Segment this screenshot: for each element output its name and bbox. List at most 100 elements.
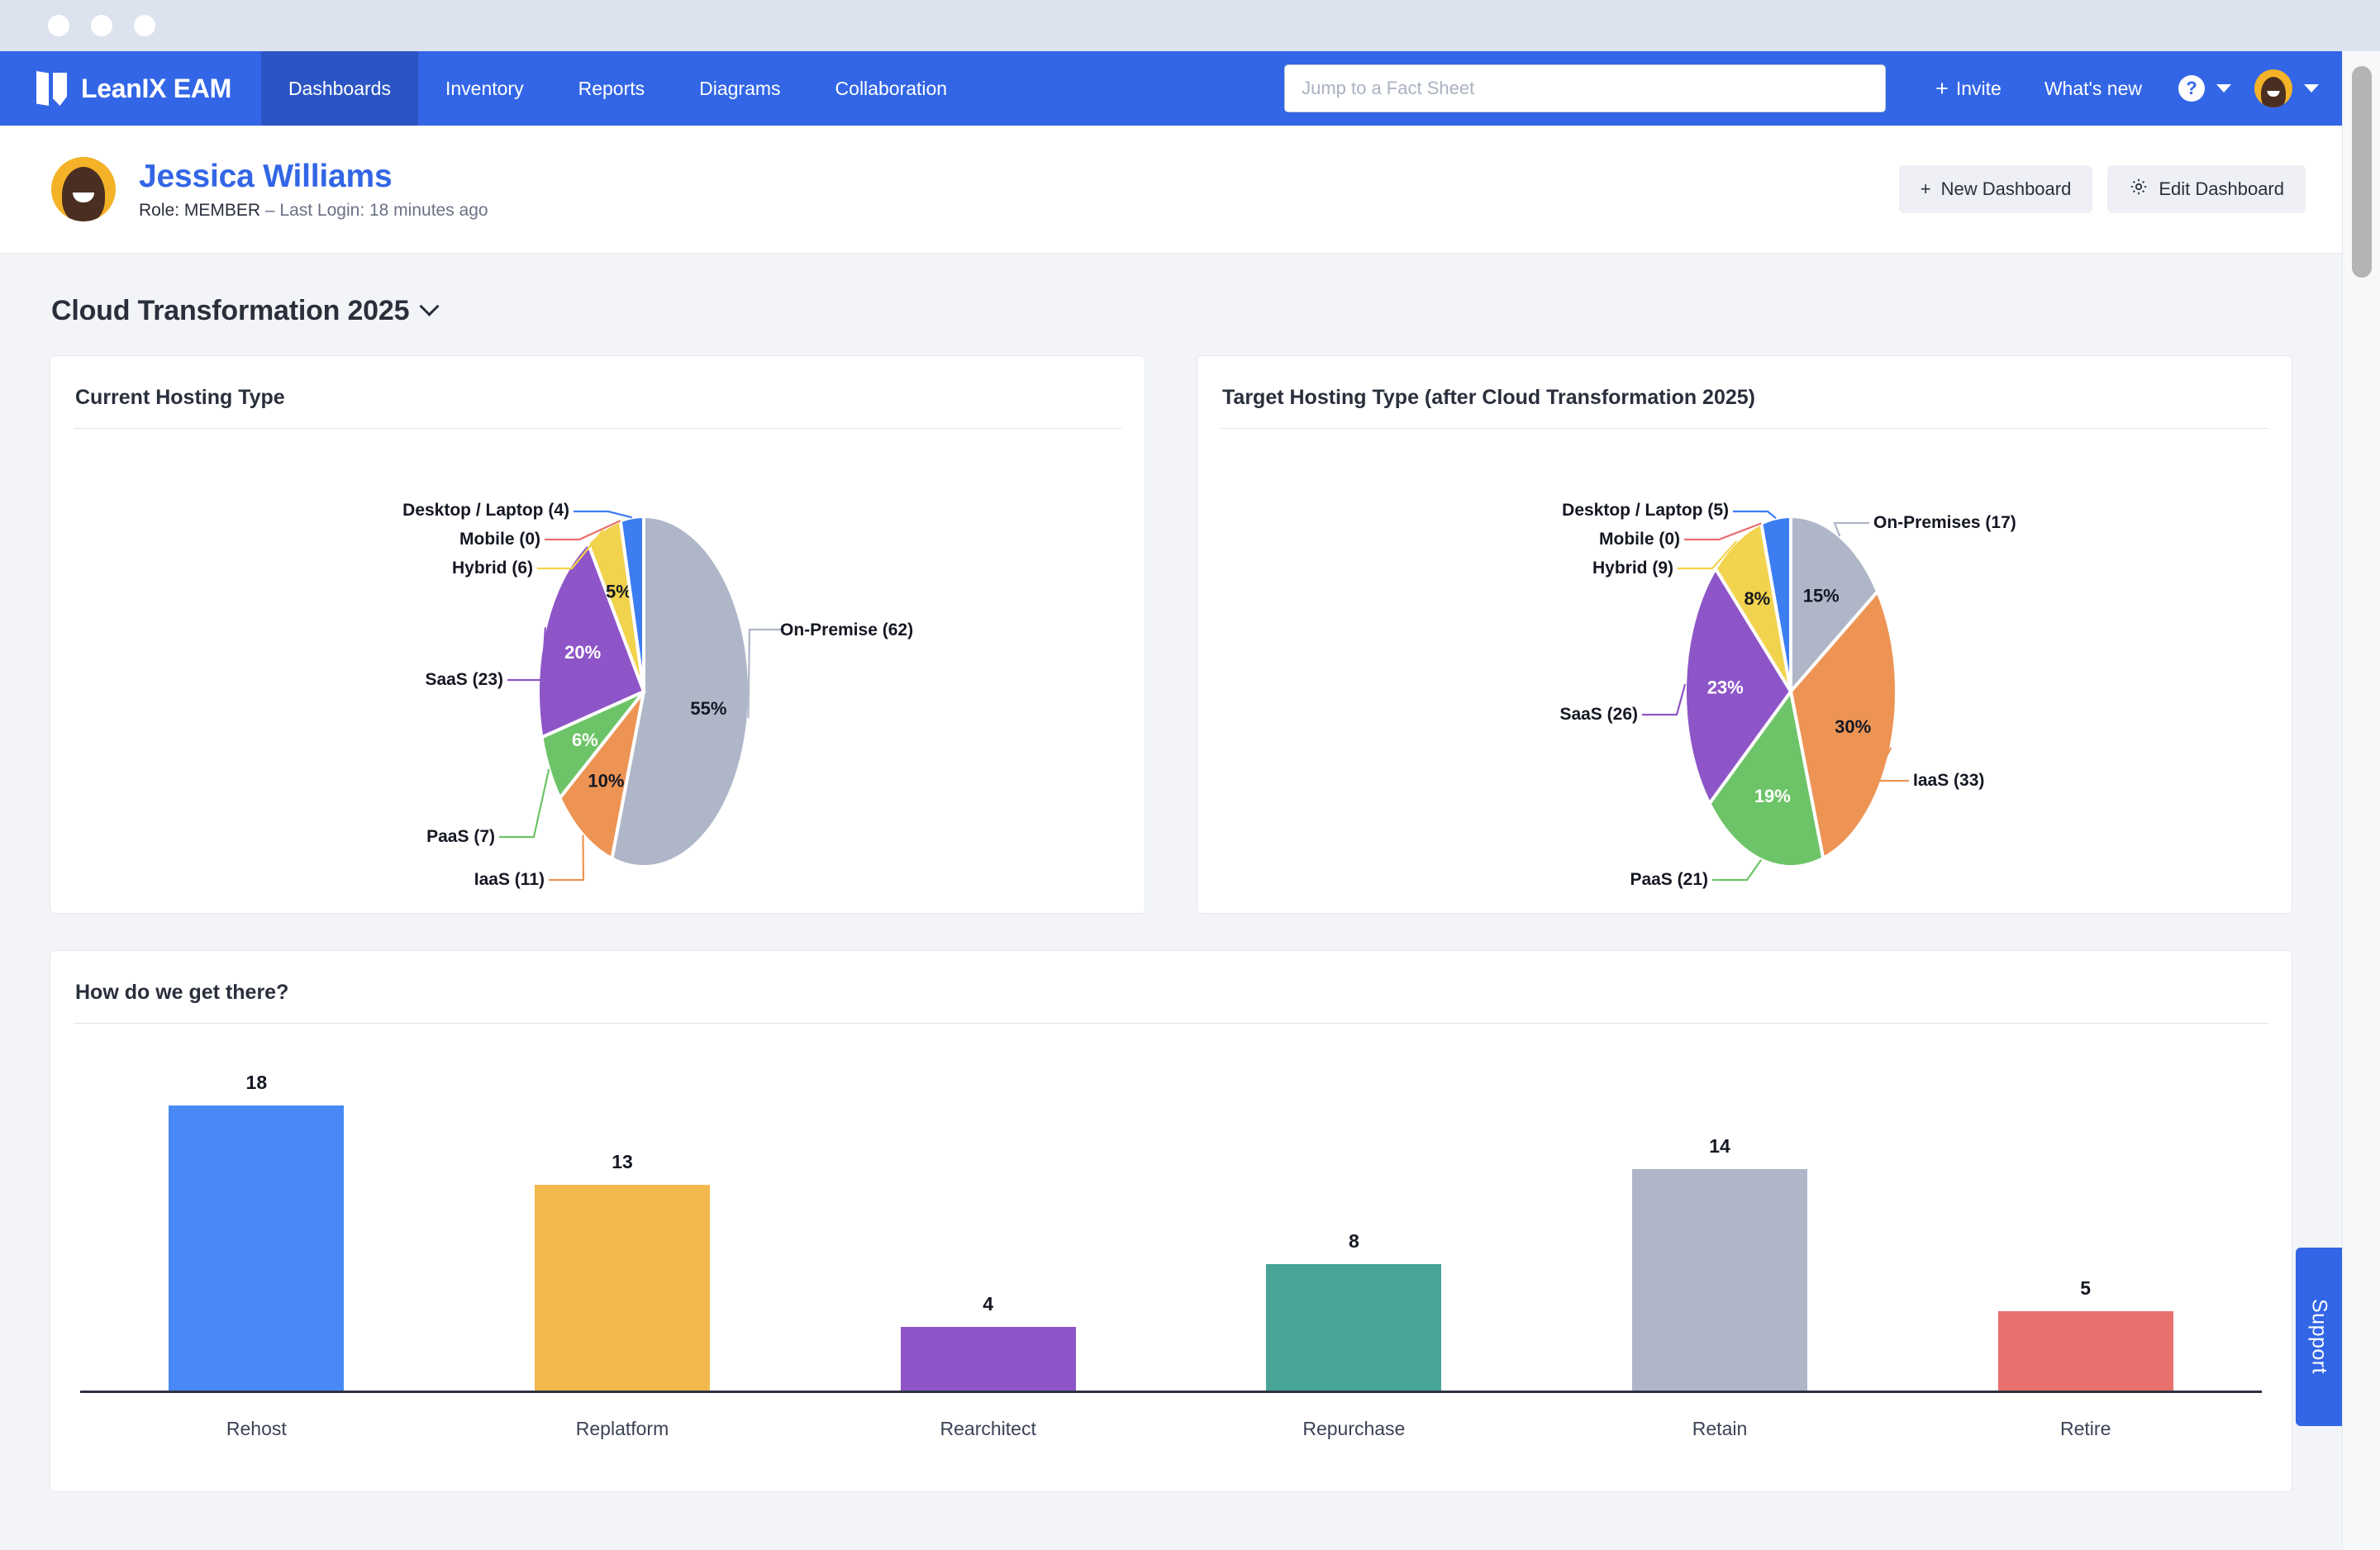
bar-value-label: 18: [246, 1072, 268, 1094]
pie-leader-line: [1712, 860, 1761, 880]
plus-icon: +: [1921, 178, 1931, 200]
x-axis-line: [80, 1391, 2262, 1393]
card-title: How do we get there?: [74, 976, 2268, 1023]
new-dashboard-button[interactable]: + New Dashboard: [1899, 165, 2093, 213]
pie-chart-current-hosting: 55%10%6%20%5%On-Premise (62)Desktop / La…: [74, 429, 1121, 891]
bar-rect[interactable]: [1632, 1169, 1807, 1391]
support-tab-button[interactable]: Support: [2296, 1248, 2342, 1426]
card-title: Current Hosting Type: [74, 381, 1121, 428]
bar-rect[interactable]: [1998, 1311, 2173, 1391]
app-window: LeanIX EAM Dashboards Inventory Reports …: [0, 51, 2342, 1550]
bar-value-label: 5: [2080, 1277, 2091, 1300]
pie-leader-line: [1642, 684, 1685, 715]
help-menu[interactable]: ?: [2163, 75, 2240, 102]
bar-column: 4: [805, 1044, 1171, 1391]
pie-slice-label: PaaS (21): [1630, 870, 1708, 889]
profile-role: Role: MEMBER: [139, 201, 260, 220]
profile-meta: Role: MEMBER – Last Login: 18 minutes ag…: [139, 201, 488, 221]
bar-group: 18 13 4 8 14 5: [74, 1044, 2268, 1391]
brand-logo-area[interactable]: LeanIX EAM: [0, 51, 261, 126]
dashboard-body: Cloud Transformation 2025 Current Hostin…: [0, 254, 2342, 1492]
edit-dashboard-button[interactable]: Edit Dashboard: [2107, 165, 2306, 213]
chevron-down-icon: [2304, 84, 2319, 93]
plus-icon: +: [1935, 78, 1949, 100]
bar-category-labels: RehostReplatformRearchitectRepurchaseRet…: [74, 1418, 2268, 1440]
pie-slice-percent: 20%: [564, 642, 601, 663]
chevron-down-icon[interactable]: [420, 297, 440, 316]
window-dot-close[interactable]: [48, 15, 69, 36]
top-navigation-bar: LeanIX EAM Dashboards Inventory Reports …: [0, 51, 2342, 126]
user-menu[interactable]: [2240, 69, 2319, 107]
page-title: Cloud Transformation 2025: [51, 295, 409, 327]
scrollbar-thumb[interactable]: [2352, 66, 2372, 278]
nav-item-collaboration[interactable]: Collaboration: [808, 51, 975, 126]
bar-value-label: 8: [1349, 1230, 1359, 1253]
pie-slice-percent: 55%: [690, 698, 726, 719]
invite-label: Invite: [1956, 78, 2002, 100]
pie-leader-line: [1733, 511, 1776, 518]
whats-new-link[interactable]: What's new: [2023, 78, 2163, 100]
pie-slice-label: On-Premises (17): [1873, 513, 2016, 532]
profile-meta-separator: –: [265, 201, 275, 220]
pie-slice-percent: 30%: [1835, 716, 1871, 737]
bar-category-label: Rearchitect: [805, 1418, 1171, 1440]
dashboard-title-row: Cloud Transformation 2025: [50, 254, 2292, 355]
pie-slice-label: Hybrid (6): [452, 559, 533, 578]
pie-leader-line: [499, 769, 549, 837]
chevron-down-icon: [2216, 84, 2231, 93]
pie-slice-percent: 23%: [1707, 677, 1744, 697]
bar-rect[interactable]: [169, 1105, 344, 1391]
pie-slice-percent: 15%: [1803, 585, 1840, 606]
pie-slice-label: Mobile (0): [1599, 530, 1680, 549]
bar-value-label: 4: [983, 1293, 993, 1315]
profile-text-block: Jessica Williams Role: MEMBER – Last Log…: [139, 158, 488, 221]
card-current-hosting-type: Current Hosting Type 55%10%6%20%5%On-Pre…: [50, 355, 1145, 914]
nav-item-diagrams[interactable]: Diagrams: [672, 51, 807, 126]
pie-card-row: Current Hosting Type 55%10%6%20%5%On-Pre…: [50, 355, 2292, 914]
window-dot-minimize[interactable]: [91, 15, 112, 36]
pie-chart-target-hosting: 15%30%19%23%8%On-Premises (17)Desktop / …: [1221, 429, 2268, 891]
pie-slice-percent: 10%: [588, 771, 624, 792]
help-question-icon: ?: [2178, 75, 2205, 102]
page-scrollbar[interactable]: [2342, 51, 2380, 1550]
window-dot-maximize[interactable]: [134, 15, 155, 36]
bar-rect[interactable]: [1266, 1264, 1441, 1391]
pie-leader-line: [1835, 523, 1869, 536]
card-target-hosting-type: Target Hosting Type (after Cloud Transfo…: [1197, 355, 2292, 914]
bar-category-label: Retire: [1902, 1418, 2268, 1440]
brand-name: LeanIX EAM: [81, 74, 231, 104]
pie-leader-line: [549, 835, 583, 880]
search-input[interactable]: [1284, 64, 1886, 112]
profile-header: Jessica Williams Role: MEMBER – Last Log…: [0, 126, 2342, 254]
bar-category-label: Replatform: [440, 1418, 806, 1440]
bar-category-label: Retain: [1537, 1418, 1903, 1440]
pie-slice-label: On-Premise (62): [780, 620, 913, 639]
nav-item-inventory[interactable]: Inventory: [418, 51, 551, 126]
bar-column: 18: [74, 1044, 440, 1391]
pie-slice-label: Mobile (0): [459, 530, 540, 549]
card-how-do-we-get-there: How do we get there? 181348145 RehostRep…: [50, 950, 2292, 1492]
leanix-logo-icon: [36, 71, 68, 106]
header-actions: + New Dashboard Edit Dashboard: [1899, 165, 2306, 213]
bar-rect[interactable]: [535, 1185, 710, 1391]
new-dashboard-label: New Dashboard: [1941, 178, 2072, 200]
nav-item-dashboards[interactable]: Dashboards: [261, 51, 418, 126]
invite-button[interactable]: + Invite: [1914, 78, 2023, 100]
support-label: Support: [2307, 1299, 2331, 1374]
nav-item-reports[interactable]: Reports: [551, 51, 673, 126]
bar-rect[interactable]: [901, 1327, 1076, 1391]
bar-category-label: Repurchase: [1171, 1418, 1537, 1440]
pie-slice-label: IaaS (33): [1913, 771, 1984, 790]
nav-right-group: + Invite What's new ?: [1284, 51, 2342, 126]
bar-chart-area: 18 13 4 8 14 5 RehostReplatformRearchitectRep…: [74, 1024, 2268, 1470]
bar-column: 14: [1537, 1044, 1903, 1391]
profile-avatar: [51, 157, 116, 221]
profile-name[interactable]: Jessica Williams: [139, 158, 488, 196]
bar-category-label: Rehost: [74, 1418, 440, 1440]
avatar: [2254, 69, 2292, 107]
edit-dashboard-label: Edit Dashboard: [2159, 178, 2284, 200]
pie-slice-label: IaaS (11): [474, 870, 545, 889]
pie-slice-label: PaaS (7): [426, 827, 495, 846]
window-chrome: [0, 0, 2380, 51]
bar-value-label: 13: [612, 1151, 633, 1173]
